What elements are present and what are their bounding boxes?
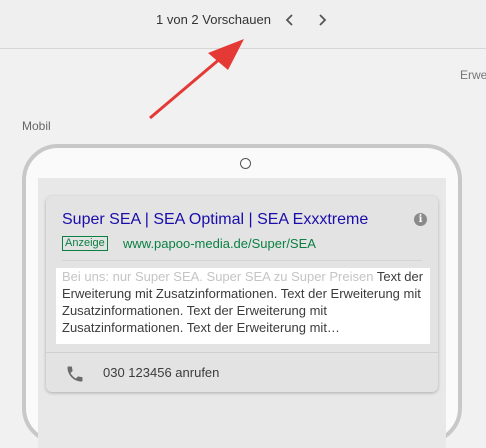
previous-preview-button[interactable] [281, 10, 299, 30]
camera-dot [240, 158, 251, 169]
ad-headline-link[interactable]: Super SEA | SEA Optimal | SEA Exxxtreme [62, 211, 368, 229]
mobile-device-frame: Super SEA | SEA Optimal | SEA Exxxtreme … [22, 144, 462, 448]
divider [62, 260, 422, 261]
chevron-right-icon [319, 14, 327, 26]
device-screen: Super SEA | SEA Optimal | SEA Exxxtreme … [38, 178, 446, 448]
ad-badge: Anzeige [62, 236, 108, 251]
preview-toolbar: 1 von 2 Vorschauen [0, 0, 486, 49]
description-faded-text: Bei uns: nur Super SEA. Super SEA zu Sup… [62, 269, 374, 284]
call-extension-label: 030 123456 anrufen [103, 365, 220, 380]
chevron-left-icon [285, 14, 293, 26]
next-preview-button[interactable] [313, 10, 331, 30]
preview-counter: 1 von 2 Vorschauen [156, 12, 271, 27]
ad-description: Bei uns: nur Super SEA. Super SEA zu Sup… [56, 268, 430, 344]
side-panel-label: Erwe [460, 68, 486, 82]
call-extension[interactable]: 030 123456 anrufen [46, 352, 438, 393]
info-icon[interactable]: i [414, 213, 427, 226]
device-label: Mobil [22, 119, 51, 133]
display-url: www.papoo-media.de/Super/SEA [123, 236, 316, 251]
ad-preview-card: Super SEA | SEA Optimal | SEA Exxxtreme … [46, 196, 438, 392]
phone-icon [67, 366, 83, 382]
